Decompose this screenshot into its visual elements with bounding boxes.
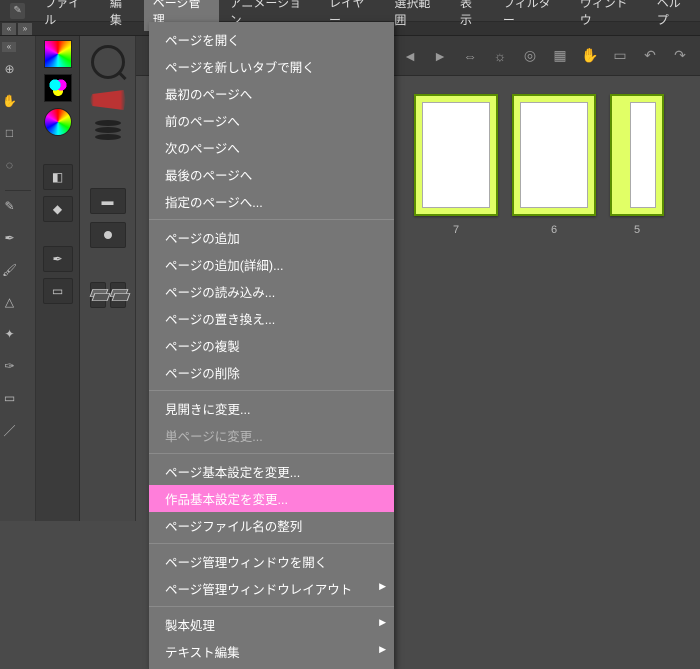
line-tool[interactable]: ／ — [3, 419, 17, 441]
grid[interactable]: ▦ — [548, 44, 572, 68]
menu-item-作品基本設定を変更[interactable]: 作品基本設定を変更... — [149, 485, 394, 512]
eyedropper-tool[interactable]: ✎ — [3, 195, 17, 217]
rotate-left[interactable]: ↶ — [638, 44, 662, 68]
app-icon: ✎ — [10, 3, 25, 19]
page-number: 7 — [453, 224, 459, 236]
menu-選択範囲[interactable]: 選択範囲 — [385, 0, 449, 31]
magnifier-icon[interactable] — [88, 42, 128, 82]
eraser-tool-alt[interactable] — [19, 387, 33, 409]
pen-tool-alt[interactable] — [19, 227, 33, 249]
brush-tool-alt[interactable] — [19, 259, 33, 281]
path-tool-alt[interactable] — [19, 355, 33, 377]
brush-stroke-icon[interactable] — [90, 90, 126, 110]
page-icon[interactable]: ▭ — [608, 44, 632, 68]
menu-ウィンドウ[interactable]: ウィンドウ — [571, 0, 646, 31]
menu-item-最初のページへ[interactable]: 最初のページへ — [149, 80, 394, 107]
menu-separator — [149, 543, 394, 544]
subtool-pen[interactable]: ✒ — [43, 246, 73, 272]
brush-tool[interactable]: 🖌 — [3, 259, 17, 281]
menubar: ✎ ファイル編集ページ管理アニメーションレイヤー選択範囲表示フィルターウィンドウ… — [0, 0, 700, 22]
menu-separator — [149, 606, 394, 607]
tabstrip-chevron-right[interactable]: » — [18, 23, 32, 35]
menu-item-次のページへ[interactable]: 次のページへ — [149, 134, 394, 161]
subtool-1[interactable]: ◧ — [43, 164, 73, 190]
menu-編集[interactable]: 編集 — [101, 0, 142, 31]
menu-表示[interactable]: 表示 — [451, 0, 492, 31]
brush-column: ▬ — [80, 36, 136, 521]
cmy-swatch[interactable] — [44, 74, 72, 102]
menu-ファイル[interactable]: ファイル — [35, 0, 99, 31]
menu-separator — [149, 219, 394, 220]
color-wheel[interactable] — [44, 108, 72, 136]
page-number: 5 — [634, 224, 640, 236]
bucket-tool[interactable]: △ — [3, 291, 17, 313]
eyedropper-tool-alt[interactable] — [19, 195, 33, 217]
page-thumb-6[interactable]: 6 — [512, 94, 596, 236]
menu-item-見開きに変更[interactable]: 見開きに変更... — [149, 395, 394, 422]
nav-right[interactable]: ► — [428, 44, 452, 68]
hand-tool-alt[interactable] — [19, 90, 33, 112]
app-tool-alt[interactable] — [19, 122, 33, 144]
menu-item-最後のページへ[interactable]: 最後のページへ — [149, 161, 394, 188]
rgb-swatch[interactable] — [44, 40, 72, 68]
menu-item-テキスト編集[interactable]: テキスト編集 — [149, 638, 394, 665]
page-thumb-5[interactable]: 5 — [610, 94, 664, 236]
menu-item-製本処理[interactable]: 製本処理 — [149, 611, 394, 638]
lasso-tool[interactable]: ◌ — [3, 154, 17, 176]
tool-column: « ⊕ ✋ □ ◌ ✎ ✒ 🖌 △ ✦ ✑ ▭ ／ — [0, 36, 36, 521]
menu-item-ページの追加[interactable]: ページの追加 — [149, 224, 394, 251]
target[interactable]: ◎ — [518, 44, 542, 68]
tool-separator — [5, 190, 31, 191]
lasso-tool-alt[interactable] — [19, 154, 33, 176]
menu-item-ページの複製[interactable]: ページの複製 — [149, 332, 394, 359]
menu-item-ページ管理ウィンドウレイアウト[interactable]: ページ管理ウィンドウレイアウト — [149, 575, 394, 602]
brush-preset-2[interactable] — [90, 222, 126, 248]
subtool-erase[interactable]: ▭ — [43, 278, 73, 304]
menu-item-ページ基本設定を変更[interactable]: ページ基本設定を変更... — [149, 458, 394, 485]
menu-ヘルプ[interactable]: ヘルプ — [648, 0, 700, 31]
bucket-tool-alt[interactable] — [19, 291, 33, 313]
color-column: ◧ ◆ ✒ ▭ — [36, 36, 80, 521]
subtool-2[interactable]: ◆ — [43, 196, 73, 222]
hand-icon[interactable]: ✋ — [578, 44, 602, 68]
menu-item-ページの削除[interactable]: ページの削除 — [149, 359, 394, 386]
menu-item-ページファイル名の整列[interactable]: ページファイル名の整列 — [149, 512, 394, 539]
menu-item-ページ管理ウィンドウを開く[interactable]: ページ管理ウィンドウを開く — [149, 548, 394, 575]
page-thumb-7[interactable]: 7 — [414, 94, 498, 236]
shape-tool-alt[interactable] — [19, 323, 33, 345]
menu-item-ページの置き換え[interactable]: ページの置き換え... — [149, 305, 394, 332]
menu-item-ページの読み込み[interactable]: ページの読み込み... — [149, 278, 394, 305]
rotate-right[interactable]: ↷ — [668, 44, 692, 68]
menu-item-ページの追加(詳細)[interactable]: ページの追加(詳細)... — [149, 251, 394, 278]
menu-item-単ページに変更: 単ページに変更... — [149, 422, 394, 449]
layer-stack-icon[interactable] — [93, 118, 123, 142]
menu-separator — [149, 390, 394, 391]
nav-left[interactable]: ◄ — [398, 44, 422, 68]
menu-フィルター[interactable]: フィルター — [494, 0, 569, 31]
magnify-tool-alt[interactable] — [19, 58, 33, 80]
path-tool[interactable]: ✑ — [3, 355, 17, 377]
app-tool[interactable]: □ — [3, 122, 17, 144]
sun-icon[interactable]: ☼ — [488, 44, 512, 68]
menu-item-前のページへ[interactable]: 前のページへ — [149, 107, 394, 134]
page-number: 6 — [551, 224, 557, 236]
pen-tool[interactable]: ✒ — [3, 227, 17, 249]
shape-tool[interactable]: ✦ — [3, 323, 17, 345]
page-management-menu: ページを開くページを新しいタブで開く最初のページへ前のページへ次のページへ最後の… — [149, 22, 394, 669]
layer-btn-1[interactable] — [90, 282, 106, 308]
layer-btn-2[interactable] — [110, 282, 126, 308]
eraser-tool[interactable]: ▭ — [3, 387, 17, 409]
menu-item-ページを開く[interactable]: ページを開く — [149, 26, 394, 53]
magnify-tool[interactable]: ⊕ — [3, 58, 17, 80]
tabstrip-chevron-left[interactable]: « — [2, 23, 16, 35]
toolcol-collapse[interactable]: « — [2, 42, 16, 52]
brush-preset-1[interactable]: ▬ — [90, 188, 126, 214]
line-tool-alt[interactable] — [19, 419, 33, 441]
scroll[interactable]: ⇔ — [458, 44, 482, 68]
menu-separator — [149, 453, 394, 454]
menu-item-ページを新しいタブで開く[interactable]: ページを新しいタブで開く — [149, 53, 394, 80]
hand-tool[interactable]: ✋ — [3, 90, 17, 112]
menu-item-指定のページへ[interactable]: 指定のページへ... — [149, 188, 394, 215]
